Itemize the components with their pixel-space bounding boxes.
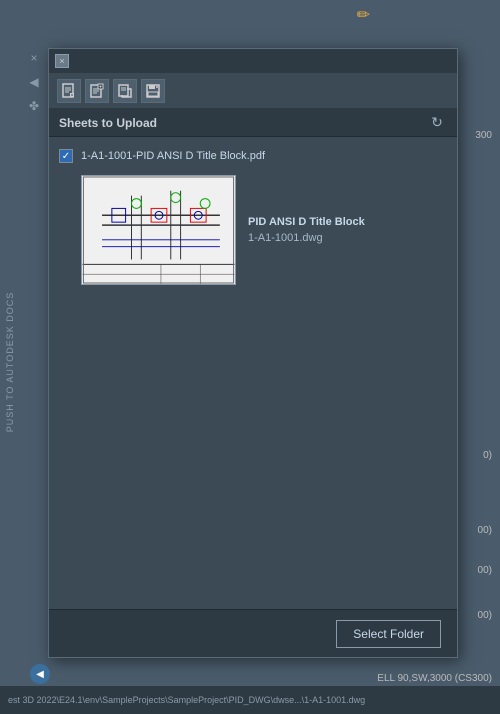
arrow-indicator[interactable]: ◀: [30, 664, 50, 684]
select-folder-button[interactable]: Select Folder: [336, 620, 441, 648]
file-info: PID ANSI D Title Block 1-A1-1001.dwg: [248, 175, 365, 285]
toolbar: [49, 73, 457, 109]
file-checkbox[interactable]: ✓: [59, 149, 73, 163]
file-item: ✓ 1-A1-1001-PID ANSI D Title Block.pdf: [57, 145, 449, 167]
dialog-title-bar: ×: [49, 49, 457, 73]
toolbar-btn-2[interactable]: [85, 79, 109, 103]
right-panel-item-003: 00): [478, 610, 492, 621]
file-info-subtitle: 1-A1-1001.dwg: [248, 232, 365, 244]
file-list-area: ✓ 1-A1-1001-PID ANSI D Title Block.pdf: [49, 137, 457, 301]
checkbox-check-icon: ✓: [62, 151, 70, 162]
bottom-bar-text: est 3D 2022\E24.1\env\SampleProjects\Sam…: [8, 695, 365, 705]
refresh-button[interactable]: ↻: [427, 113, 447, 133]
right-panel-item-300: 300: [475, 130, 492, 141]
dialog-close-button[interactable]: ×: [55, 54, 69, 68]
right-panel-bottom-item: ELL 90,SW,3000 (CS300): [377, 673, 492, 684]
dialog-footer: Select Folder: [49, 609, 457, 657]
toolbar-btn-4[interactable]: [141, 79, 165, 103]
file-info-title: PID ANSI D Title Block: [248, 216, 365, 228]
vertical-label: PUSH TO AUTODESK DOCS: [5, 292, 15, 433]
sidebar-close-icon[interactable]: ×: [24, 48, 44, 68]
sidebar-back-icon[interactable]: ◀: [24, 72, 44, 92]
right-panel-item-0: 0): [483, 450, 492, 461]
toolbar-btn-3[interactable]: [113, 79, 137, 103]
left-sidebar: × ◀ ✤: [20, 48, 48, 116]
sidebar-settings-icon[interactable]: ✤: [24, 96, 44, 116]
content-area: ✓ 1-A1-1001-PID ANSI D Title Block.pdf: [49, 137, 457, 557]
right-panel-item-002: 00): [478, 565, 492, 576]
toolbar-btn-1[interactable]: [57, 79, 81, 103]
thumbnail: [81, 175, 236, 285]
dialog-panel: ×: [48, 48, 458, 658]
right-panel-item-001: 00): [478, 525, 492, 536]
pencil-icon: ✏: [357, 5, 370, 25]
section-header: Sheets to Upload ↻: [49, 109, 457, 137]
file-name: 1-A1-1001-PID ANSI D Title Block.pdf: [81, 150, 265, 162]
bottom-bar: est 3D 2022\E24.1\env\SampleProjects\Sam…: [0, 686, 500, 714]
file-detail-row: PID ANSI D Title Block 1-A1-1001.dwg: [57, 167, 449, 293]
section-title: Sheets to Upload: [59, 116, 157, 130]
